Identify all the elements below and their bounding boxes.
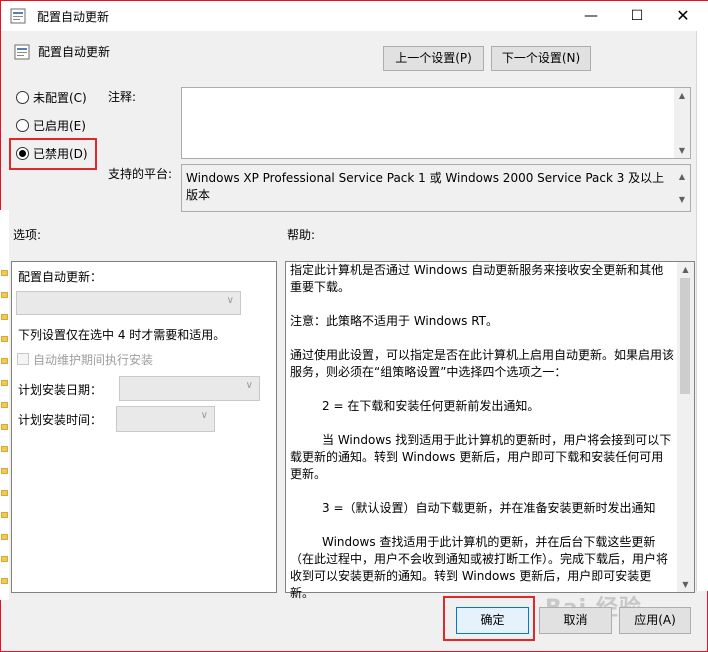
folder-icon — [1, 446, 8, 452]
apply-button[interactable]: 应用(A) — [619, 607, 691, 634]
folder-icon — [1, 512, 8, 518]
folder-icon — [1, 336, 8, 342]
policy-title: 配置自动更新 — [38, 45, 111, 59]
help-paragraph: 2 = 在下载和安装任何更新前发出通知。 — [322, 399, 540, 413]
cancel-button[interactable]: 取消 — [539, 607, 612, 634]
radio-enabled[interactable]: 已启用(E) — [16, 117, 86, 135]
chevron-down-icon: ∨ — [226, 295, 234, 306]
options-note: 下列设置仅在选中 4 时才需要和适用。 — [18, 328, 226, 342]
folder-icon — [1, 358, 8, 364]
scroll-up-icon[interactable]: ▲ — [674, 91, 690, 100]
comment-scrollbar[interactable]: ▲ ▼ — [674, 88, 690, 158]
schedule-day-label: 计划安装日期： — [18, 383, 103, 397]
scroll-down-icon[interactable]: ▼ — [674, 191, 690, 208]
maintenance-install-checkbox[interactable]: 自动维护期间执行安装 — [17, 351, 153, 368]
scrollbar-thumb[interactable] — [680, 278, 690, 394]
schedule-time-label: 计划安装时间： — [18, 413, 103, 427]
help-scrollbar[interactable]: ▲ ▼ — [677, 262, 694, 592]
help-paragraph: 3 =（默认设置）自动下载更新，并在准备安装更新时发出通知 — [322, 501, 656, 515]
folder-icon — [1, 490, 8, 496]
folder-icon — [1, 314, 8, 320]
radio-circle — [16, 119, 29, 132]
scroll-down-icon[interactable]: ▼ — [674, 146, 690, 155]
schedule-time-dropdown[interactable]: ∨ — [116, 406, 215, 432]
radio-not-configured[interactable]: 未配置(C) — [16, 89, 87, 107]
maximize-button[interactable]: ☐ — [614, 1, 660, 31]
folder-icon — [1, 402, 8, 408]
folder-icon — [1, 292, 8, 298]
window-title: 配置自动更新 — [37, 10, 110, 24]
scroll-up-icon[interactable]: ▲ — [674, 168, 690, 185]
schedule-day-dropdown[interactable]: ∨ — [119, 376, 260, 401]
policy-settings-icon — [14, 44, 30, 60]
radio-label: 未配置(C) — [33, 91, 87, 105]
close-button[interactable]: ✕ — [660, 1, 706, 31]
checkbox-box — [17, 353, 29, 365]
configure-updates-label: 配置自动更新： — [18, 270, 103, 284]
folder-icon — [1, 556, 8, 562]
background-window-scrollbar — [696, 1, 708, 591]
folder-icon — [1, 534, 8, 540]
policy-settings-icon — [10, 8, 26, 24]
comment-label: 注释: — [108, 90, 137, 104]
help-paragraph: 通过使用此设置，可以指定是否在此计算机上启用自动更新。如果启用该服务，则必须在“… — [290, 348, 675, 379]
help-paragraph: 注意：此策略不适用于 Windows RT。 — [290, 314, 498, 328]
platform-field: Windows XP Professional Service Pack 1 或… — [181, 164, 691, 212]
platform-value: Windows XP Professional Service Pack 1 或… — [186, 171, 665, 202]
previous-setting-button[interactable]: 上一个设置(P) — [383, 46, 484, 71]
chevron-down-icon: ∨ — [200, 410, 208, 421]
configure-updates-dropdown[interactable]: ∨ — [16, 291, 241, 315]
chevron-down-icon: ∨ — [245, 380, 253, 391]
background-window-strip — [0, 210, 9, 600]
folder-icon — [1, 468, 8, 474]
folder-icon — [1, 578, 8, 584]
next-setting-button[interactable]: 下一个设置(N) — [491, 46, 591, 71]
help-text: 指定此计算机是否通过 Windows 自动更新服务来接收安全更新和其他重要下载。… — [290, 262, 674, 619]
platform-scrollbar[interactable]: ▲ ▼ — [674, 165, 690, 211]
minimize-button[interactable]: — — [568, 1, 614, 31]
radio-label: 已启用(E) — [33, 119, 86, 133]
help-paragraph: 当 Windows 找到适用于此计算机的更新时，用户将会接到可以下载更新的通知。… — [290, 433, 672, 481]
radio-circle — [16, 91, 29, 104]
scroll-down-icon[interactable]: ▼ — [677, 580, 694, 589]
options-label: 选项: — [13, 228, 42, 242]
comment-textarea[interactable]: ▲ ▼ — [181, 87, 691, 159]
highlight-box — [9, 138, 97, 170]
options-panel: 配置自动更新： ∨ 下列设置仅在选中 4 时才需要和适用。 自动维护期间执行安装… — [11, 261, 277, 593]
highlight-box — [443, 596, 535, 641]
folder-icon — [1, 270, 8, 276]
platform-label: 支持的平台: — [108, 167, 173, 181]
folder-icon — [1, 380, 8, 386]
scroll-up-icon[interactable]: ▲ — [677, 265, 694, 274]
help-label: 帮助: — [287, 228, 316, 242]
checkbox-label: 自动维护期间执行安装 — [33, 353, 154, 367]
help-panel: 指定此计算机是否通过 Windows 自动更新服务来接收安全更新和其他重要下载。… — [285, 261, 695, 600]
help-paragraph: 指定此计算机是否通过 Windows 自动更新服务来接收安全更新和其他重要下载。 — [290, 263, 664, 294]
folder-icon — [1, 424, 8, 430]
